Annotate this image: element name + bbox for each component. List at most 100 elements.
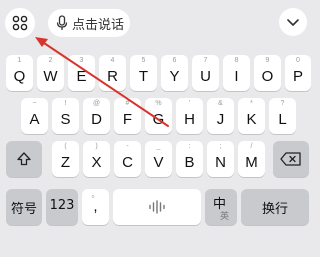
- key-o[interactable]: 9 O: [254, 55, 281, 91]
- key-hint: -: [126, 143, 129, 150]
- symbols-key[interactable]: 符号: [6, 189, 42, 225]
- shift-icon: [17, 152, 31, 166]
- key-k[interactable]: * K: [238, 98, 265, 134]
- key-label: O: [261, 68, 274, 85]
- key-u[interactable]: 7 U: [192, 55, 219, 91]
- numbers-label: 123: [49, 198, 75, 213]
- keyboard-row-2: ~ A ! S @ D # F % G ' H & J * K ? L: [0, 98, 315, 136]
- key-label: R: [107, 68, 118, 85]
- key-label: L: [278, 111, 287, 128]
- key-label: K: [246, 111, 257, 128]
- key-q[interactable]: 1 Q: [6, 55, 33, 91]
- key-r[interactable]: 4 R: [99, 55, 126, 91]
- key-label: F: [122, 111, 133, 128]
- microphone-icon: [56, 15, 68, 30]
- key-label: H: [184, 111, 195, 128]
- key-label: N: [215, 154, 226, 171]
- key-label: B: [184, 154, 195, 171]
- key-label: M: [245, 154, 258, 171]
- key-label: U: [200, 68, 211, 85]
- language-switch-key[interactable]: 中 英: [205, 189, 237, 225]
- key-label: V: [153, 154, 164, 171]
- key-label: W: [43, 68, 58, 85]
- key-a[interactable]: ~ A: [21, 98, 48, 134]
- key-label: S: [60, 111, 71, 128]
- voice-wave-icon: [149, 200, 165, 214]
- key-hint: 1: [17, 57, 22, 64]
- key-c[interactable]: - C: [114, 141, 141, 177]
- key-hint: 8: [234, 57, 239, 64]
- key-b[interactable]: : B: [176, 141, 203, 177]
- enter-label: 换行: [261, 202, 288, 217]
- grid-menu-icon: [12, 15, 28, 31]
- key-hint: ': [188, 100, 191, 107]
- key-label: C: [122, 154, 133, 171]
- keyboard-row-bottom: 符号 123 。 , 中 英 换行: [0, 189, 315, 227]
- keyboard-toolbar: 点击说话: [0, 0, 315, 48]
- menu-button[interactable]: [5, 8, 35, 38]
- key-f[interactable]: # F: [114, 98, 141, 134]
- key-label: D: [91, 111, 102, 128]
- key-j[interactable]: & J: [207, 98, 234, 134]
- key-hint: 4: [110, 57, 115, 64]
- key-label: G: [152, 111, 165, 128]
- key-label: Q: [13, 68, 26, 85]
- voice-input-button[interactable]: 点击说话: [48, 9, 130, 37]
- keyboard-row-1: 1 Q 2 W 3 E 4 R 5 T 6 Y 7 U 8 I 9 O 0 P: [0, 55, 315, 93]
- key-e[interactable]: 3 E: [68, 55, 95, 91]
- numbers-key[interactable]: 123: [46, 189, 78, 225]
- shift-key[interactable]: [6, 141, 42, 177]
- key-hint: 3: [79, 57, 84, 64]
- key-y[interactable]: 6 Y: [161, 55, 188, 91]
- key-hint: (: [64, 143, 67, 150]
- collapse-keyboard-button[interactable]: [279, 8, 307, 36]
- key-hint: &: [218, 100, 223, 107]
- key-hint: #: [125, 100, 130, 107]
- key-hint: ): [95, 143, 98, 150]
- key-label: J: [216, 111, 225, 128]
- key-g[interactable]: % G: [145, 98, 172, 134]
- key-hint: 0: [296, 57, 300, 64]
- mode-secondary-label: 英: [220, 212, 230, 222]
- keyboard-row-3: ( Z ) X - C _ V : B ; N / M: [0, 141, 315, 179]
- key-l[interactable]: ? L: [269, 98, 296, 134]
- space-key[interactable]: [113, 189, 201, 225]
- chevron-down-icon: [287, 19, 299, 26]
- key-h[interactable]: ' H: [176, 98, 203, 134]
- key-hint: :: [188, 143, 191, 150]
- key-hint: ~: [32, 100, 37, 107]
- key-hint: _: [156, 143, 161, 150]
- key-hint: ;: [219, 143, 222, 150]
- key-s[interactable]: ! S: [52, 98, 79, 134]
- comma-key[interactable]: 。 ,: [82, 189, 109, 225]
- key-d[interactable]: @ D: [83, 98, 110, 134]
- key-w[interactable]: 2 W: [37, 55, 64, 91]
- key-n[interactable]: ; N: [207, 141, 234, 177]
- key-hint: 9: [265, 57, 270, 64]
- key-label: I: [234, 68, 239, 85]
- key-label: A: [29, 111, 40, 128]
- key-v[interactable]: _ V: [145, 141, 172, 177]
- key-x[interactable]: ) X: [83, 141, 110, 177]
- key-label: ,: [93, 198, 98, 215]
- key-label: Z: [60, 154, 71, 171]
- key-t[interactable]: 5 T: [130, 55, 157, 91]
- key-p[interactable]: 0 P: [285, 55, 311, 91]
- key-hint: ?: [280, 100, 285, 107]
- key-hint: %: [155, 100, 162, 107]
- key-label: Y: [169, 68, 180, 85]
- key-hint: 2: [48, 57, 53, 64]
- key-hint: 7: [203, 57, 208, 64]
- key-m[interactable]: / M: [238, 141, 265, 177]
- voice-input-label: 点击说话: [72, 17, 125, 33]
- key-z[interactable]: ( Z: [52, 141, 79, 177]
- key-i[interactable]: 8 I: [223, 55, 250, 91]
- key-hint: !: [64, 100, 67, 107]
- key-hint: /: [250, 143, 253, 150]
- enter-key[interactable]: 换行: [241, 189, 309, 225]
- key-label: E: [76, 68, 87, 85]
- key-label: T: [138, 68, 149, 85]
- backspace-key[interactable]: [273, 141, 309, 177]
- key-hint: 6: [172, 57, 177, 64]
- key-label: X: [91, 154, 102, 171]
